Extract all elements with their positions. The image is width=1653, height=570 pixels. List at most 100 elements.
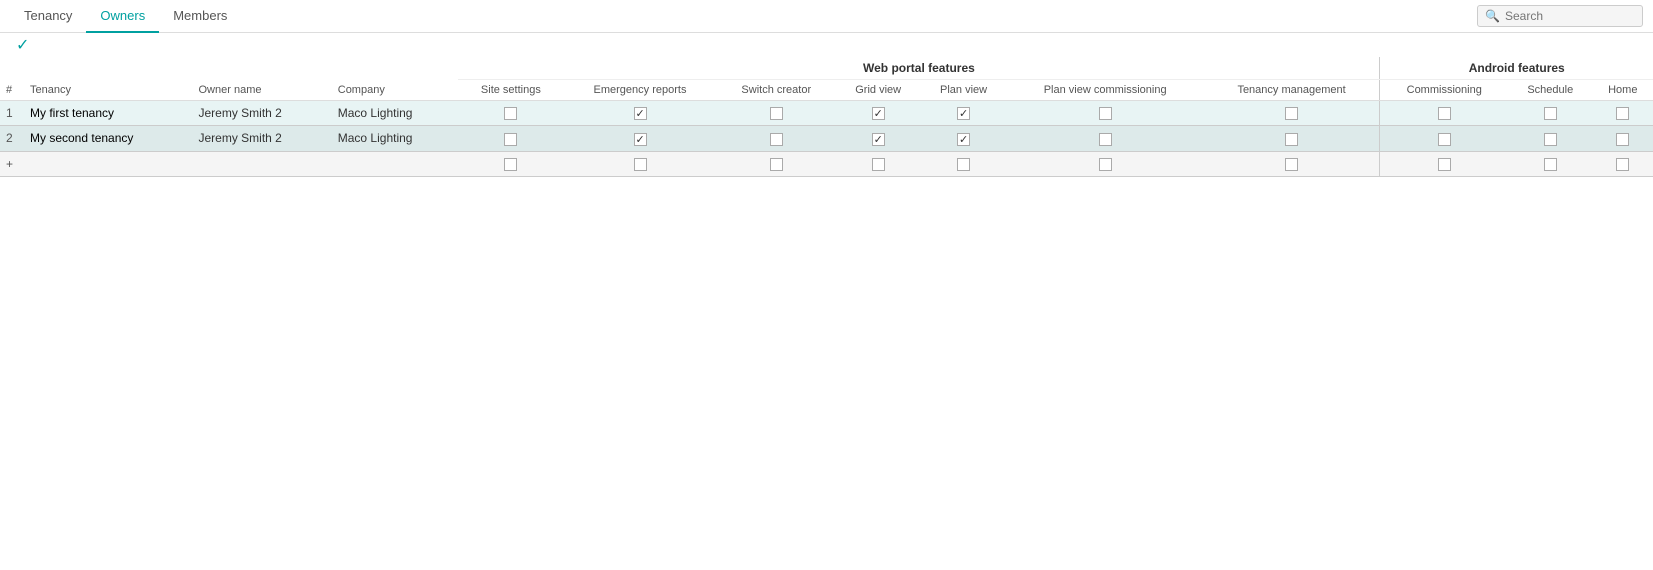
new-checkbox-grid_view[interactable] bbox=[872, 158, 885, 171]
web-portal-group-header: Web portal features bbox=[458, 57, 1380, 80]
new-row-tenancy[interactable] bbox=[24, 151, 193, 176]
col-home: Home bbox=[1593, 80, 1653, 101]
row-switch_creator[interactable] bbox=[717, 101, 836, 126]
checkbox-plan_view[interactable] bbox=[957, 107, 970, 120]
new-row-company bbox=[332, 151, 459, 176]
checkbox-site_settings[interactable] bbox=[504, 107, 517, 120]
row-tenancy[interactable]: My first tenancy bbox=[24, 101, 193, 126]
new-checkbox-switch_creator[interactable] bbox=[770, 158, 783, 171]
top-navigation: Tenancy Owners Members 🔍 bbox=[0, 0, 1653, 33]
new-row-emergency_reports[interactable] bbox=[563, 151, 716, 176]
new-row-schedule[interactable] bbox=[1508, 151, 1593, 176]
group-header-row: Web portal features Android features bbox=[0, 57, 1653, 80]
row-switch_creator[interactable] bbox=[717, 126, 836, 151]
row-owner-name: Jeremy Smith 2 bbox=[193, 126, 332, 151]
checkbox-emergency_reports[interactable] bbox=[634, 133, 647, 146]
android-group-header: Android features bbox=[1380, 57, 1653, 80]
new-checkbox-commissioning[interactable] bbox=[1438, 158, 1451, 171]
row-plan_view[interactable] bbox=[920, 126, 1006, 151]
checkbox-plan_view_commissioning[interactable] bbox=[1099, 107, 1112, 120]
owners-table: Web portal features Android features # T… bbox=[0, 57, 1653, 177]
row-tenancy_management[interactable] bbox=[1204, 126, 1380, 151]
new-row-tenancy_management[interactable] bbox=[1204, 151, 1380, 176]
tab-tenancy[interactable]: Tenancy bbox=[10, 0, 86, 33]
checkbox-home[interactable] bbox=[1616, 107, 1629, 120]
new-checkbox-home[interactable] bbox=[1616, 158, 1629, 171]
col-plan-view-commissioning: Plan view commissioning bbox=[1007, 80, 1204, 101]
col-emergency-reports: Emergency reports bbox=[563, 80, 716, 101]
tab-members[interactable]: Members bbox=[159, 0, 241, 33]
checkbox-schedule[interactable] bbox=[1544, 133, 1557, 146]
checkbox-grid_view[interactable] bbox=[872, 133, 885, 146]
new-checkbox-tenancy_management[interactable] bbox=[1285, 158, 1298, 171]
col-plan-view: Plan view bbox=[920, 80, 1006, 101]
add-row[interactable]: + bbox=[0, 151, 1653, 176]
row-grid_view[interactable] bbox=[836, 126, 920, 151]
checkbox-plan_view[interactable] bbox=[957, 133, 970, 146]
row-commissioning[interactable] bbox=[1380, 126, 1508, 151]
new-row-switch_creator[interactable] bbox=[717, 151, 836, 176]
col-owner-name: Owner name bbox=[193, 80, 332, 101]
row-grid_view[interactable] bbox=[836, 101, 920, 126]
col-schedule: Schedule bbox=[1508, 80, 1593, 101]
meta-group-header bbox=[0, 57, 458, 80]
search-icon: 🔍 bbox=[1485, 9, 1500, 23]
col-num: # bbox=[0, 80, 24, 101]
row-schedule[interactable] bbox=[1508, 126, 1593, 151]
col-company: Company bbox=[332, 80, 459, 101]
new-checkbox-plan_view[interactable] bbox=[957, 158, 970, 171]
checkbox-commissioning[interactable] bbox=[1438, 107, 1451, 120]
row-company: Maco Lighting bbox=[332, 101, 459, 126]
new-checkbox-site_settings[interactable] bbox=[504, 158, 517, 171]
add-row-button[interactable]: + bbox=[0, 151, 24, 176]
row-schedule[interactable] bbox=[1508, 101, 1593, 126]
checkbox-plan_view_commissioning[interactable] bbox=[1099, 133, 1112, 146]
checkbox-commissioning[interactable] bbox=[1438, 133, 1451, 146]
checkbox-home[interactable] bbox=[1616, 133, 1629, 146]
checkbox-schedule[interactable] bbox=[1544, 107, 1557, 120]
row-owner-name: Jeremy Smith 2 bbox=[193, 101, 332, 126]
row-commissioning[interactable] bbox=[1380, 101, 1508, 126]
save-button[interactable]: ✓ bbox=[8, 33, 37, 58]
table-row: 1My first tenancyJeremy Smith 2Maco Ligh… bbox=[0, 101, 1653, 126]
row-plan_view_commissioning[interactable] bbox=[1007, 126, 1204, 151]
row-home[interactable] bbox=[1593, 101, 1653, 126]
row-tenancy_management[interactable] bbox=[1204, 101, 1380, 126]
row-emergency_reports[interactable] bbox=[563, 126, 716, 151]
new-checkbox-plan_view_commissioning[interactable] bbox=[1099, 158, 1112, 171]
col-switch-creator: Switch creator bbox=[717, 80, 836, 101]
row-site_settings[interactable] bbox=[458, 101, 563, 126]
row-emergency_reports[interactable] bbox=[563, 101, 716, 126]
checkbox-switch_creator[interactable] bbox=[770, 133, 783, 146]
checkbox-emergency_reports[interactable] bbox=[634, 107, 647, 120]
table-row: 2My second tenancyJeremy Smith 2Maco Lig… bbox=[0, 126, 1653, 151]
checkbox-switch_creator[interactable] bbox=[770, 107, 783, 120]
checkbox-tenancy_management[interactable] bbox=[1285, 133, 1298, 146]
new-row-grid_view[interactable] bbox=[836, 151, 920, 176]
new-checkbox-emergency_reports[interactable] bbox=[634, 158, 647, 171]
new-row-home[interactable] bbox=[1593, 151, 1653, 176]
new-row-owner bbox=[193, 151, 332, 176]
row-site_settings[interactable] bbox=[458, 126, 563, 151]
row-plan_view_commissioning[interactable] bbox=[1007, 101, 1204, 126]
search-bar: 🔍 bbox=[1477, 5, 1643, 27]
checkbox-site_settings[interactable] bbox=[504, 133, 517, 146]
row-company: Maco Lighting bbox=[332, 126, 459, 151]
tab-owners[interactable]: Owners bbox=[86, 0, 159, 33]
new-checkbox-schedule[interactable] bbox=[1544, 158, 1557, 171]
new-row-site_settings[interactable] bbox=[458, 151, 563, 176]
checkbox-grid_view[interactable] bbox=[872, 107, 885, 120]
col-tenancy: Tenancy bbox=[24, 80, 193, 101]
owners-table-container: Web portal features Android features # T… bbox=[0, 57, 1653, 177]
col-tenancy-management: Tenancy management bbox=[1204, 80, 1380, 101]
new-row-plan_view[interactable] bbox=[920, 151, 1006, 176]
new-row-commissioning[interactable] bbox=[1380, 151, 1508, 176]
search-input[interactable] bbox=[1505, 9, 1635, 23]
new-row-plan_view_commissioning[interactable] bbox=[1007, 151, 1204, 176]
row-tenancy[interactable]: My second tenancy bbox=[24, 126, 193, 151]
row-num: 1 bbox=[0, 101, 24, 126]
checkbox-tenancy_management[interactable] bbox=[1285, 107, 1298, 120]
row-plan_view[interactable] bbox=[920, 101, 1006, 126]
row-home[interactable] bbox=[1593, 126, 1653, 151]
col-grid-view: Grid view bbox=[836, 80, 920, 101]
